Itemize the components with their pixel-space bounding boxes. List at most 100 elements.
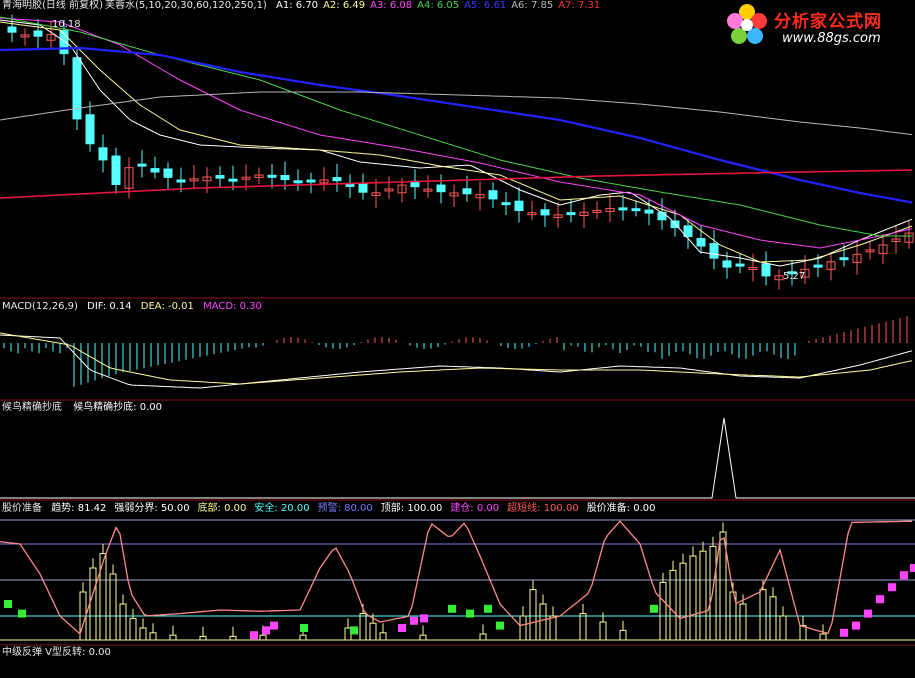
ready-bar (819, 633, 827, 641)
ready-magenta-marker (900, 571, 908, 580)
site-logo: 分析家公式网 www.88gs.com (710, 0, 915, 50)
ready-magenta-marker (852, 621, 860, 630)
ma-value-a3: A3: 6.08 (370, 0, 413, 11)
bottom-header: 中级反弹 V型反转: 0.00 (2, 647, 111, 658)
ready-bar (299, 634, 307, 641)
ma-value-a4: A4: 6.05 (417, 0, 460, 11)
candle (462, 188, 472, 195)
ready-bar (739, 603, 747, 641)
candle (813, 264, 823, 268)
ready-bar (89, 567, 97, 641)
ma-a6-line (0, 91, 913, 136)
ready-item-8: 股价准备: 0.00 (586, 503, 656, 514)
ready-name: 股价准备 (2, 503, 42, 514)
ready-green-marker (4, 600, 12, 608)
ma-value-a7: A7: 7.31 (558, 0, 601, 11)
ready-bar (359, 613, 367, 641)
ready-magenta-marker (840, 628, 848, 637)
security-name: 青海明胶(日线 前复权) (2, 0, 103, 11)
ready-header: 股价准备 趋势: 81.42 强弱分界: 50.00 底部: 0.00 安全: 20.… (2, 503, 664, 515)
macd-dea: DEA: -0.01 (140, 301, 194, 312)
macd-dif: DIF: 0.14 (87, 301, 132, 312)
ready-bar (519, 615, 527, 641)
ready-magenta-marker (876, 595, 884, 604)
signal-header: 候鸟精确抄底 候鸟精确抄底: 0.00 (2, 402, 162, 414)
ready-bar (539, 603, 547, 641)
ready-bar (259, 634, 267, 641)
candle (722, 260, 732, 268)
ready-magenta-marker (410, 616, 418, 625)
ready-bar (669, 569, 677, 641)
candle (7, 26, 17, 33)
ready-bar (229, 635, 237, 641)
candle (293, 180, 303, 184)
candle (150, 168, 160, 173)
ready-bar (599, 621, 607, 641)
candle (761, 263, 771, 277)
ma-value-a1: A1: 6.70 (276, 0, 319, 11)
ready-bar (479, 633, 487, 641)
candle (111, 155, 121, 186)
ma-values: A1: 6.70 A2: 6.49 A3: 6.08 A4: 6.05 A5: 6.61… (276, 0, 605, 11)
ready-green-marker (466, 609, 474, 618)
ready-bar (129, 617, 137, 641)
candle (72, 57, 82, 120)
ready-bar (689, 555, 697, 641)
candle (332, 177, 342, 182)
signal-value: 候鸟精确抄底: 0.00 (73, 402, 163, 413)
ready-item-2: 底部: 0.00 (197, 503, 247, 514)
ready-item-0: 趋势: 81.42 (51, 503, 107, 514)
ready-item-4: 预警: 80.00 (317, 503, 373, 514)
indicator-name: 芙蓉水(5,10,20,30,60,120,250,1) (104, 0, 267, 11)
ready-bar (759, 589, 767, 641)
ready-bar (199, 635, 207, 641)
ready-green-marker (448, 604, 456, 613)
ready-green-marker (650, 604, 658, 613)
candle (540, 209, 550, 216)
ready-bar (119, 603, 127, 641)
ready-item-6: 建仓: 0.00 (450, 503, 500, 514)
candle (137, 163, 147, 167)
ready-items: 趋势: 81.42 强弱分界: 50.00 底部: 0.00 安全: 20.00 预警:… (51, 503, 663, 514)
macd-title: MACD(12,26,9) (2, 301, 78, 312)
ready-magenta-marker (420, 614, 428, 623)
candle (501, 202, 511, 206)
ready-bar (369, 622, 377, 641)
ready-magenta-marker (910, 564, 915, 572)
ready-magenta-marker (398, 624, 406, 632)
ready-bar (149, 632, 157, 641)
signal-name: 候鸟精确抄底 (2, 402, 62, 413)
ready-bar (619, 629, 627, 641)
ready-bar (529, 589, 537, 641)
ma-value-a5: A5: 6.61 (464, 0, 507, 11)
candle (267, 174, 277, 178)
ready-bar (169, 634, 177, 641)
ready-item-7: 超短线: 100.00 (507, 503, 579, 514)
candle (839, 257, 849, 261)
candle (176, 179, 186, 183)
candle (709, 243, 719, 259)
flower-logo-icon (727, 4, 767, 44)
ready-bar (379, 632, 387, 641)
low-price-label: 5.27 (783, 271, 806, 282)
stock-chart[interactable] (0, 0, 915, 678)
price-panel-header: 青海明胶(日线 前复权) 芙蓉水(5,10,20,30,60,120,250,1)… (2, 0, 611, 12)
ready-bar (769, 596, 777, 641)
ready-bar (549, 615, 557, 641)
ma-a2-line (0, 21, 913, 263)
ma-a5-line (0, 46, 913, 204)
candle (631, 208, 641, 212)
candle (306, 179, 316, 183)
candle (228, 178, 238, 182)
ready-magenta-marker (250, 631, 258, 640)
ready-item-1: 强弱分界: 50.00 (114, 503, 190, 514)
high-price-label: 10.18 (52, 19, 81, 30)
candle (85, 114, 95, 145)
ma-value-a6: A6: 7.85 (511, 0, 554, 11)
logo-title: 分析家公式网 (774, 12, 882, 32)
ready-bar (679, 562, 687, 641)
ready-trend-line (0, 520, 912, 636)
ready-bar (109, 573, 117, 641)
candle (618, 207, 628, 211)
ready-bar (659, 581, 667, 641)
